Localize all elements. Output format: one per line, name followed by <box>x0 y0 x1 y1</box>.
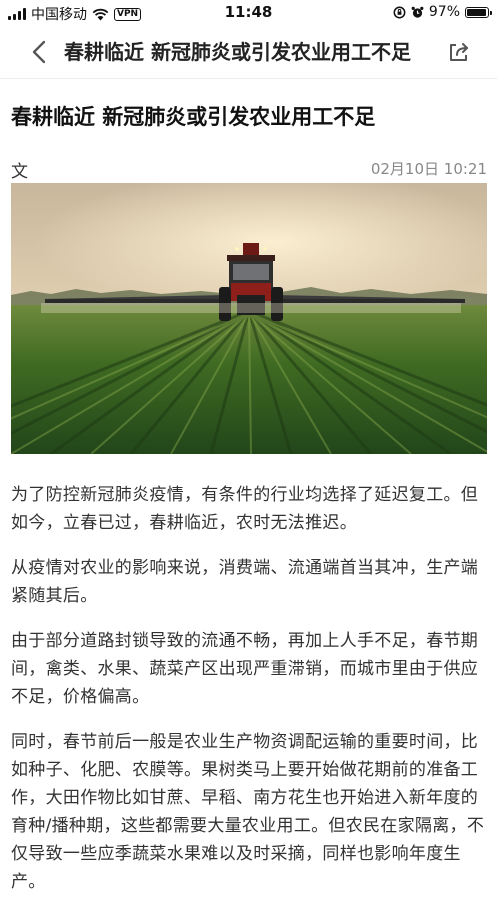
status-right: 97% <box>393 4 492 20</box>
nav-title: 春耕临近 新冠肺炎或引发农业用工不足 <box>64 40 411 64</box>
share-icon[interactable] <box>447 40 471 64</box>
alarm-icon <box>411 6 424 18</box>
article-paragraph: 为了防控新冠肺炎疫情，有条件的行业均选择了延迟复工。但如今，立春已过，春耕临近，… <box>11 485 479 533</box>
tractor-field-illustration <box>11 183 487 454</box>
article-hero-image <box>11 183 487 454</box>
article-paragraph: 同时，春节前后一般是农业生产物资调配运输的重要时间，比如种子、化肥、农膜等。果树… <box>11 732 485 892</box>
article-author: 文 <box>11 162 28 182</box>
status-bar: 中国移动 VPN 11:48 97% <box>0 0 497 26</box>
article-meta: 文 02月10日 10:21 <box>11 157 487 182</box>
article-body: 为了防控新冠肺炎疫情，有条件的行业均选择了延迟复工。但如今，立春已过，春耕临近，… <box>11 481 489 913</box>
article-title: 春耕临近 新冠肺炎或引发农业用工不足 <box>11 105 376 129</box>
nav-bar: 春耕临近 新冠肺炎或引发农业用工不足 <box>0 26 497 79</box>
battery-icon <box>465 6 492 18</box>
battery-percent: 97% <box>428 4 460 20</box>
article-paragraph: 从疫情对农业的影响来说，消费端、流通端首当其冲，生产端紧随其后。 <box>11 558 479 606</box>
article-paragraph: 由于部分道路封锁导致的流通不畅，再加上人手不足，春节期间，禽类、水果、蔬菜产区出… <box>11 631 479 707</box>
article-date: 02月10日 10:21 <box>370 160 487 178</box>
back-button[interactable] <box>26 38 54 66</box>
screen-lock-icon <box>393 6 406 18</box>
